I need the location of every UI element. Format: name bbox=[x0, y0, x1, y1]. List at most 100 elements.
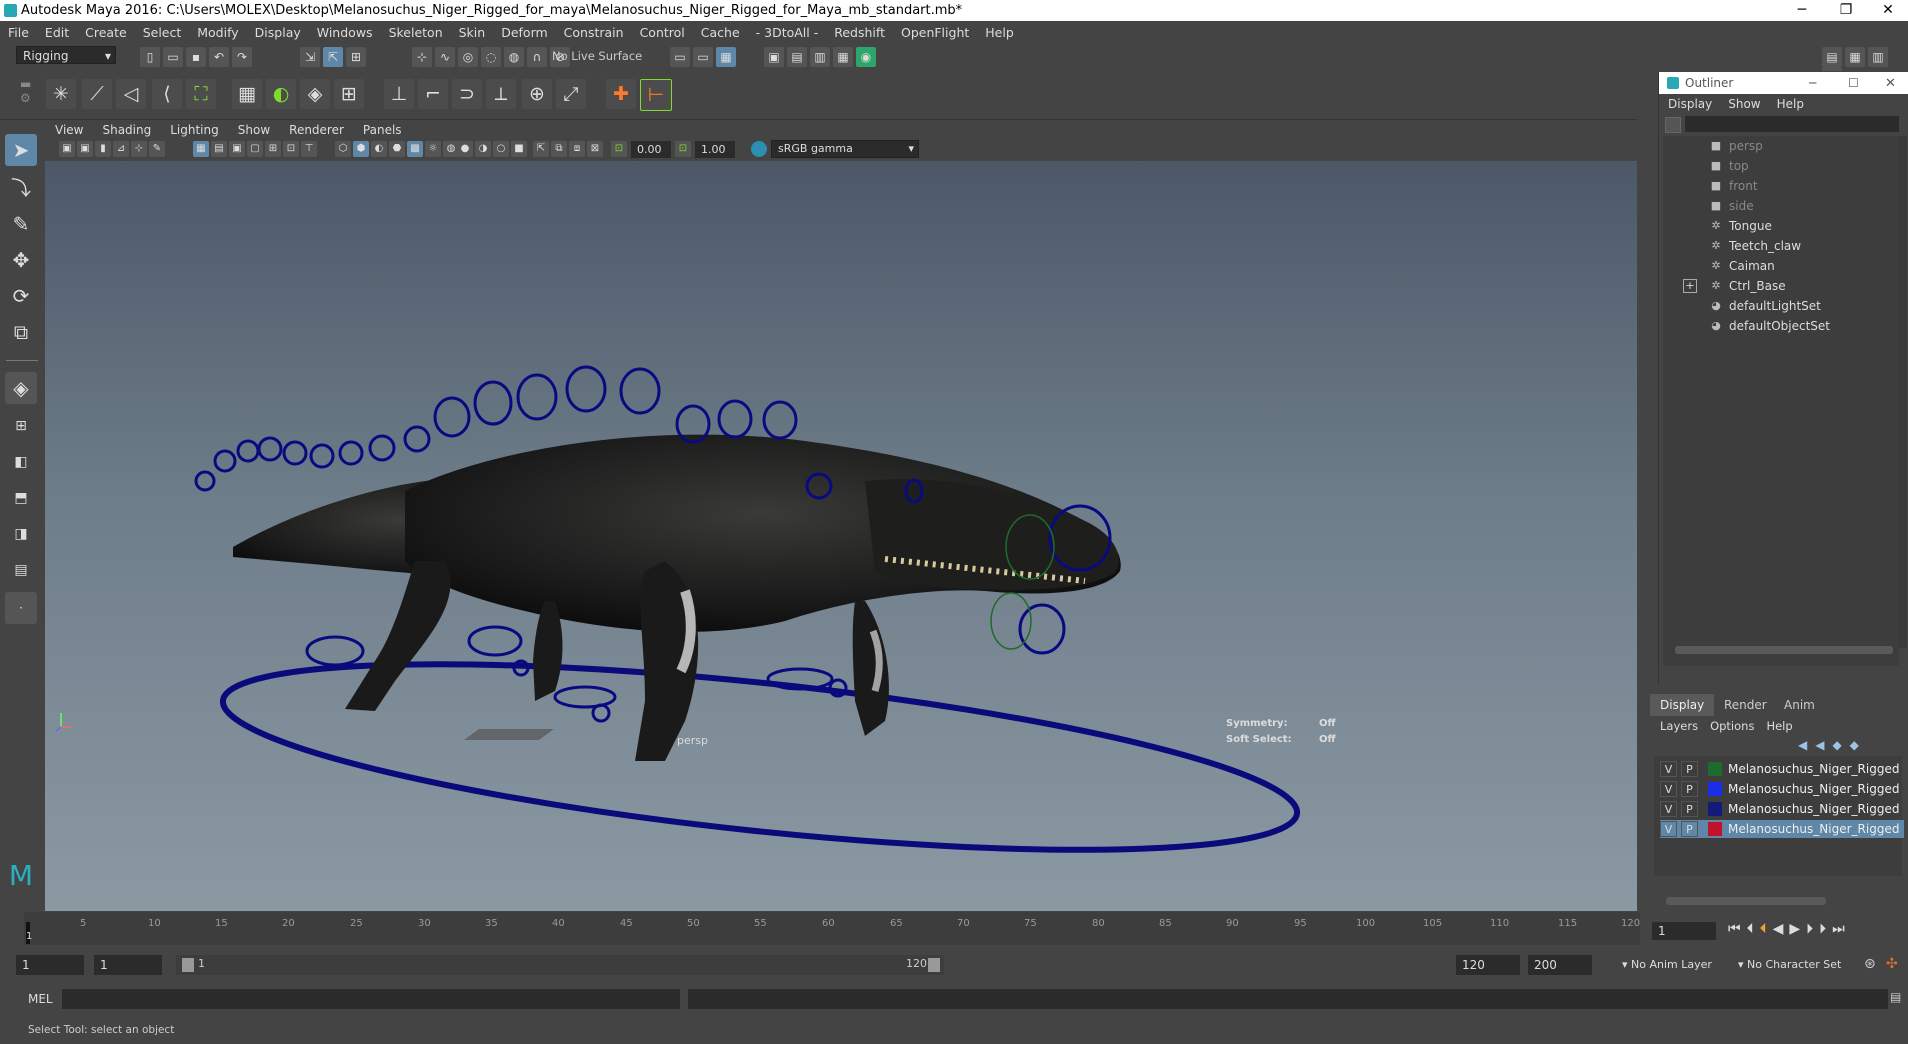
outliner-horizontal-scrollbar[interactable] bbox=[1675, 646, 1893, 654]
tab-anim[interactable]: Anim bbox=[1774, 694, 1825, 716]
output-ops-icon[interactable]: ▭ bbox=[693, 47, 713, 67]
tab-render[interactable]: Render bbox=[1714, 694, 1777, 716]
scale-tool-icon[interactable]: ⧉ bbox=[5, 316, 37, 348]
outliner-vertical-scrollbar[interactable] bbox=[1899, 136, 1907, 648]
menu-constrain[interactable]: Constrain bbox=[556, 25, 632, 40]
view-transform-dropdown[interactable]: sRGB gamma ▾ bbox=[771, 140, 919, 158]
render-view-icon[interactable]: ▣ bbox=[764, 47, 784, 67]
outliner-search-input[interactable] bbox=[1685, 116, 1899, 132]
layer-color-swatch[interactable] bbox=[1708, 822, 1722, 836]
locator-icon[interactable]: ✚ bbox=[606, 79, 636, 109]
image-plane-icon[interactable]: ⊿ bbox=[113, 141, 129, 157]
menu-display[interactable]: Display bbox=[247, 25, 309, 40]
play-backward-icon[interactable]: ◀ bbox=[1773, 921, 1790, 937]
playback-toggle[interactable]: P bbox=[1681, 801, 1698, 817]
wireframe-icon[interactable]: ⬡ bbox=[335, 141, 351, 157]
layer-color-swatch[interactable] bbox=[1708, 762, 1722, 776]
menu-create[interactable]: Create bbox=[77, 25, 135, 40]
tool-settings-icon[interactable]: ▥ bbox=[1868, 47, 1888, 67]
outliner-item-ctrl-base[interactable]: + ✲ Ctrl_Base bbox=[1663, 276, 1893, 296]
panel-menu-view[interactable]: View bbox=[45, 123, 92, 137]
smooth-bind-icon[interactable]: ▦ bbox=[232, 79, 262, 109]
menu-redshift[interactable]: Redshift bbox=[826, 25, 893, 40]
gamma-icon[interactable]: ⊡ bbox=[675, 141, 691, 157]
wireframe-on-shaded-icon[interactable]: ⬣ bbox=[389, 141, 405, 157]
outliner-menu-show[interactable]: Show bbox=[1720, 97, 1768, 111]
outliner-menu-help[interactable]: Help bbox=[1769, 97, 1812, 111]
construction-history-icon[interactable]: ▦ bbox=[716, 47, 736, 67]
multisample-aa-icon[interactable]: ○ bbox=[493, 141, 509, 157]
bookmark-icon[interactable]: ▮ bbox=[95, 141, 111, 157]
xray-joints-icon[interactable]: ⊠ bbox=[587, 141, 603, 157]
hypershade-icon[interactable]: ◉ bbox=[856, 47, 876, 67]
animation-preferences-icon[interactable]: ✣ bbox=[1886, 956, 1904, 974]
paint-select-icon[interactable]: ✎ bbox=[5, 208, 37, 240]
menu-help[interactable]: Help bbox=[977, 25, 1022, 40]
orient-constraint-icon[interactable]: ⟂ bbox=[486, 79, 516, 109]
textured-icon[interactable]: ▩ bbox=[407, 141, 423, 157]
layer-horizontal-scrollbar[interactable] bbox=[1666, 897, 1826, 905]
isolate-select-icon[interactable]: ⇱ bbox=[533, 141, 549, 157]
color-management-icon[interactable] bbox=[751, 141, 767, 157]
rotate-tool-icon[interactable]: ⟳ bbox=[5, 280, 37, 312]
parent-constraint-icon[interactable]: ⌐ bbox=[418, 79, 448, 109]
control-curve-icon[interactable]: ⊢ bbox=[640, 79, 672, 111]
panel-menu-renderer[interactable]: Renderer bbox=[279, 123, 353, 137]
lattice-icon[interactable]: ⊞ bbox=[334, 79, 364, 109]
select-tool-icon[interactable]: ➤ bbox=[5, 134, 37, 166]
menu-edit[interactable]: Edit bbox=[37, 25, 77, 40]
snap-point-icon[interactable]: ◎ bbox=[458, 47, 478, 67]
playback-end-field[interactable]: 120 bbox=[1456, 955, 1520, 975]
character-set-dropdown[interactable]: ▾ No Character Set bbox=[1732, 956, 1860, 974]
panel-menu-panels[interactable]: Panels bbox=[353, 123, 411, 137]
persp-graph-layout-icon[interactable]: ⬒ bbox=[5, 482, 37, 514]
menu-deform[interactable]: Deform bbox=[493, 25, 555, 40]
layer-action-icons[interactable]: ◀◀◆◆ bbox=[1798, 738, 1867, 752]
gamma-field[interactable]: 1.00 bbox=[695, 141, 735, 158]
render-settings-icon[interactable]: ▦ bbox=[833, 47, 853, 67]
menu-control[interactable]: Control bbox=[632, 25, 693, 40]
menu-set-dropdown[interactable]: Rigging ▾ bbox=[16, 46, 116, 64]
expand-icon[interactable]: + bbox=[1683, 279, 1697, 293]
animation-end-field[interactable]: 200 bbox=[1528, 955, 1592, 975]
menu-select[interactable]: Select bbox=[135, 25, 190, 40]
menu-openflight[interactable]: OpenFlight bbox=[893, 25, 977, 40]
menu-modify[interactable]: Modify bbox=[189, 25, 246, 40]
outliner-item-caiman[interactable]: ✲ Caiman bbox=[1663, 256, 1893, 276]
outliner-item-tongue[interactable]: ✲ Tongue bbox=[1663, 216, 1893, 236]
go-to-end-icon[interactable]: ⏭ bbox=[1832, 921, 1851, 937]
current-frame-field[interactable]: 1 bbox=[1652, 922, 1716, 940]
script-language-label[interactable]: MEL bbox=[28, 992, 53, 1006]
time-slider[interactable]: 1 5 10 15 20 25 30 35 40 45 50 55 60 65 … bbox=[0, 912, 1908, 947]
render-current-icon[interactable]: ▤ bbox=[787, 47, 807, 67]
outliner-item-side[interactable]: ■ side bbox=[1663, 196, 1893, 216]
select-component-icon[interactable]: ⊞ bbox=[346, 47, 366, 67]
redo-icon[interactable]: ↷ bbox=[232, 47, 252, 67]
range-end-handle[interactable] bbox=[928, 958, 940, 972]
script-editor-icon[interactable]: ▤ bbox=[1890, 990, 1906, 1008]
outliner-item-default-object-set[interactable]: ◕ defaultObjectSet bbox=[1663, 316, 1893, 336]
playback-toggle[interactable]: P bbox=[1681, 761, 1698, 777]
ik-handle-icon[interactable]: ◁ bbox=[116, 79, 146, 109]
menu-skeleton[interactable]: Skeleton bbox=[381, 25, 451, 40]
persp-outliner-layout-icon[interactable]: ◧ bbox=[5, 446, 37, 478]
resolution-gate-icon[interactable]: ▣ bbox=[229, 141, 245, 157]
step-back-key-icon[interactable]: ⏴ bbox=[1747, 921, 1760, 937]
exposure-field[interactable]: 0.00 bbox=[631, 141, 671, 158]
smooth-shade-icon[interactable]: ⬢ bbox=[353, 141, 369, 157]
menu-windows[interactable]: Windows bbox=[309, 25, 381, 40]
outliner-item-teetch-claw[interactable]: ✲ Teetch_claw bbox=[1663, 236, 1893, 256]
visibility-toggle[interactable]: V bbox=[1660, 781, 1677, 797]
default-lighting-icon[interactable]: ◐ bbox=[371, 141, 387, 157]
select-hierarchy-icon[interactable]: ⇲ bbox=[300, 47, 320, 67]
command-input[interactable] bbox=[62, 989, 680, 1009]
panel-menu-lighting[interactable]: Lighting bbox=[160, 123, 228, 137]
input-ops-icon[interactable]: ▭ bbox=[670, 47, 690, 67]
attribute-editor-icon[interactable]: ▦ bbox=[1845, 47, 1865, 67]
layer-row-selected[interactable]: V P Melanosuchus_Niger_Rigged bbox=[1660, 820, 1904, 838]
grease-pencil-icon[interactable]: ✎ bbox=[149, 141, 165, 157]
menu-file[interactable]: File bbox=[0, 25, 37, 40]
grid-icon[interactable]: ▦ bbox=[193, 141, 209, 157]
range-bar[interactable]: 1 120 bbox=[176, 955, 944, 975]
ipr-render-icon[interactable]: ▥ bbox=[810, 47, 830, 67]
